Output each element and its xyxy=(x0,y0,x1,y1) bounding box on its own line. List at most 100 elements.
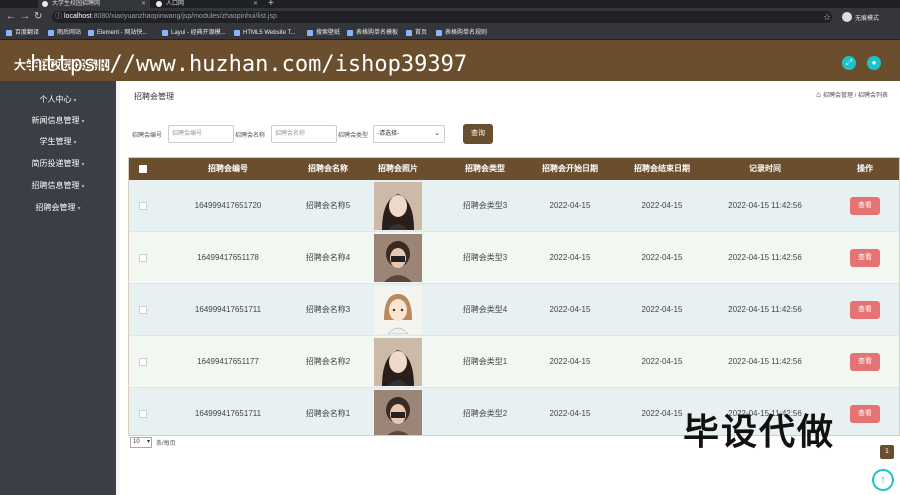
sidebar-item-label: 招聘会管理 xyxy=(35,203,76,212)
view-button[interactable]: 查看 xyxy=(850,249,880,267)
cell-type: 招聘会类型2 xyxy=(462,409,508,418)
watermark-url: https://www.huzhan.com/ishop39397 xyxy=(30,52,468,77)
column-header[interactable]: 招聘会类型 xyxy=(449,158,521,180)
table-header: 招聘会编号 招聘会名称 招聘会照片 招聘会类型 招聘会开始日期 招聘会结束日期 … xyxy=(129,158,899,180)
job-fair-photo xyxy=(374,234,422,282)
bookmark-star-icon[interactable]: ☆ xyxy=(823,12,831,23)
arrow-up-icon[interactable]: ↑ xyxy=(872,469,894,491)
view-button[interactable]: 查看 xyxy=(850,197,880,215)
sidebar-item-resumes[interactable]: 简历投递管理 ▾ xyxy=(0,157,116,171)
table-row: 164999417651711 招聘会名称3 招聘会类型4 2022-04-15… xyxy=(129,284,899,336)
watermark-text: 毕设代做 xyxy=(683,411,836,452)
bookmarks-bar: 百度翻译 雨后网站 Element - 网站快... Layui - 经典开源模… xyxy=(0,26,900,40)
cell-end-date: 2022-04-15 xyxy=(641,305,683,314)
column-header[interactable]: 招聘会开始日期 xyxy=(527,158,613,180)
forward-icon[interactable]: → xyxy=(20,11,30,23)
home-icon[interactable]: ⌂ xyxy=(816,90,821,99)
bookmark-item[interactable]: 表格购单名规则 xyxy=(436,29,487,37)
number-filter-input[interactable]: 招聘会编号 xyxy=(168,125,234,143)
job-fair-photo xyxy=(374,390,422,435)
bookmark-item[interactable]: HTML5 Website T... xyxy=(234,29,295,37)
profile-label: 无痕模式 xyxy=(855,16,880,22)
cell-number: 16499417651177 xyxy=(197,357,259,366)
bookmark-item[interactable]: 搜索壁纸 xyxy=(307,29,340,37)
row-checkbox[interactable] xyxy=(139,306,147,314)
breadcrumb-text: 招聘会管理 / 招聘会列表 xyxy=(822,93,888,99)
cell-end-date: 2022-04-15 xyxy=(641,201,683,210)
sidebar-item-students[interactable]: 学生管理 ▾ xyxy=(0,135,116,149)
reload-icon[interactable]: ↻ xyxy=(34,11,42,23)
chevron-down-icon: ▾ xyxy=(73,98,77,104)
row-checkbox[interactable] xyxy=(139,254,147,262)
cell-name: 招聘会名称4 xyxy=(305,253,351,262)
fullscreen-icon[interactable]: ⤢ xyxy=(842,56,856,70)
sidebar-item-jobs[interactable]: 招聘信息管理 ▾ xyxy=(0,179,116,193)
cell-number: 164999417651711 xyxy=(194,409,262,418)
cell-type: 招聘会类型3 xyxy=(462,201,508,210)
page-number-button[interactable]: 1 xyxy=(880,445,894,459)
info-icon[interactable]: ⓘ xyxy=(55,11,62,23)
type-filter-select[interactable]: -请选择- ⌄ xyxy=(373,125,445,143)
browser-tab-active[interactable]: 大学生校园招聘网 ✕ xyxy=(38,0,150,8)
row-checkbox[interactable] xyxy=(139,202,147,210)
cell-number: 16499417651178 xyxy=(197,253,259,262)
name-filter-input[interactable]: 招聘会名称 xyxy=(271,125,337,143)
bookmark-item[interactable]: Element - 网站快... xyxy=(88,29,147,37)
chevron-down-icon: ▾ xyxy=(81,184,85,190)
column-header[interactable]: 招聘会结束日期 xyxy=(619,158,705,180)
search-button[interactable]: 查询 xyxy=(463,124,493,144)
bookmark-item[interactable]: 首页 xyxy=(406,29,427,37)
cell-end-date: 2022-04-15 xyxy=(641,253,683,262)
cell-type: 招聘会类型3 xyxy=(462,253,508,262)
back-icon[interactable]: ← xyxy=(6,11,16,23)
cell-record-time: 2022-04-15 11:42:56 xyxy=(728,253,802,262)
close-icon[interactable]: ✕ xyxy=(253,0,258,8)
url-path: :8080/xiaoyuanzhaopinwang/jsp/modules/zh… xyxy=(91,13,277,20)
bookmark-item[interactable]: 百度翻译 xyxy=(6,29,39,37)
sidebar-item-personal[interactable]: 个人中心 ▾ xyxy=(0,93,116,107)
cell-end-date: 2022-04-15 xyxy=(641,357,683,366)
cell-start-date: 2022-04-15 xyxy=(549,201,591,210)
view-button[interactable]: 查看 xyxy=(850,405,880,423)
row-checkbox[interactable] xyxy=(139,358,147,366)
cell-type: 招聘会类型4 xyxy=(462,305,508,314)
favicon-icon xyxy=(156,1,162,7)
cell-start-date: 2022-04-15 xyxy=(549,305,591,314)
sidebar-item-job-fairs[interactable]: 招聘会管理 ▾ xyxy=(0,201,116,215)
url-host: localhost xyxy=(64,13,92,20)
browser-toolbar: ← → ↻ ⓘ localhost:8080/xiaoyuanzhaopinwa… xyxy=(0,8,900,26)
row-checkbox[interactable] xyxy=(139,410,147,418)
column-header[interactable]: 招聘会编号 xyxy=(169,158,287,180)
sidebar-item-news[interactable]: 新闻信息管理 ▾ xyxy=(0,114,116,128)
chevron-down-icon: ▾ xyxy=(81,119,85,125)
sidebar-item-label: 新闻信息管理 xyxy=(31,116,80,125)
view-button[interactable]: 查看 xyxy=(850,301,880,319)
view-button[interactable]: 查看 xyxy=(850,353,880,371)
name-filter-label: 招聘会名称 xyxy=(235,133,266,139)
page-size-select[interactable]: 10 ▾ xyxy=(130,437,152,448)
job-fair-table: 招聘会编号 招聘会名称 招聘会照片 招聘会类型 招聘会开始日期 招聘会结束日期 … xyxy=(128,157,900,436)
column-header[interactable]: 记录时间 xyxy=(709,158,821,180)
sidebar-item-label: 个人中心 xyxy=(39,95,72,104)
profile-avatar-icon[interactable] xyxy=(842,12,852,22)
page-size-label: 条/每页 xyxy=(156,441,176,447)
close-icon[interactable]: ✕ xyxy=(141,0,146,8)
bookmark-item[interactable]: 雨后网站 xyxy=(48,29,81,37)
job-fair-photo xyxy=(374,338,422,386)
tab-title: 人口网 xyxy=(166,1,185,7)
column-header[interactable]: 招聘会名称 xyxy=(289,158,367,180)
bookmark-item[interactable]: Layui - 经典开源模... xyxy=(162,29,226,37)
browser-tab[interactable]: 人口网 ✕ xyxy=(152,0,262,8)
chevron-down-icon: ▾ xyxy=(81,162,85,168)
type-filter-label: 招聘会类型 xyxy=(338,133,369,139)
select-all-checkbox[interactable] xyxy=(139,165,147,173)
user-icon[interactable]: ● xyxy=(867,56,881,70)
cell-start-date: 2022-04-15 xyxy=(549,357,591,366)
table-row: 164999417651720 招聘会名称5 招聘会类型3 2022-04-15… xyxy=(129,180,899,232)
cell-record-time: 2022-04-15 11:42:56 xyxy=(728,201,802,210)
type-filter-value: -请选择- xyxy=(377,131,399,137)
bookmark-item[interactable]: 表格购单名模板 xyxy=(347,29,398,37)
address-bar[interactable]: ⓘ localhost:8080/xiaoyuanzhaopinwang/jsp… xyxy=(52,11,832,23)
job-fair-photo xyxy=(374,182,422,230)
column-header[interactable]: 招聘会照片 xyxy=(369,158,427,180)
